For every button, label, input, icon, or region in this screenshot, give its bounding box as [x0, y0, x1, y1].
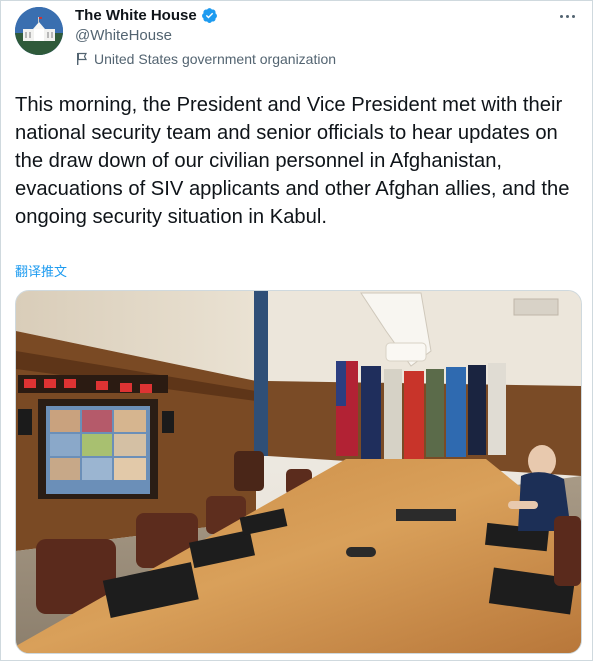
tweet-photo[interactable]: [15, 290, 582, 654]
account-name[interactable]: The White House: [75, 7, 197, 24]
verified-badge-icon: [201, 8, 217, 23]
more-dot: [571, 14, 575, 18]
tweet-card: The White House @WhiteHouse United State…: [0, 0, 593, 661]
flags: [336, 361, 506, 461]
translate-tweet-link[interactable]: 翻译推文: [15, 261, 67, 280]
account-handle[interactable]: @WhiteHouse: [75, 27, 172, 44]
more-dot: [565, 14, 569, 18]
situation-room-photo: [16, 291, 581, 653]
account-label-text: United States government organization: [94, 51, 337, 67]
white-house-avatar-image: [15, 7, 63, 55]
avatar[interactable]: [15, 7, 63, 55]
tweet-text: This morning, the President and Vice Pre…: [15, 94, 570, 228]
more-options-button[interactable]: [552, 5, 582, 27]
account-label: United States government organization: [75, 51, 336, 67]
account-name-row: The White House: [75, 7, 218, 24]
flag-icon: [77, 52, 87, 65]
more-dot: [559, 14, 563, 18]
